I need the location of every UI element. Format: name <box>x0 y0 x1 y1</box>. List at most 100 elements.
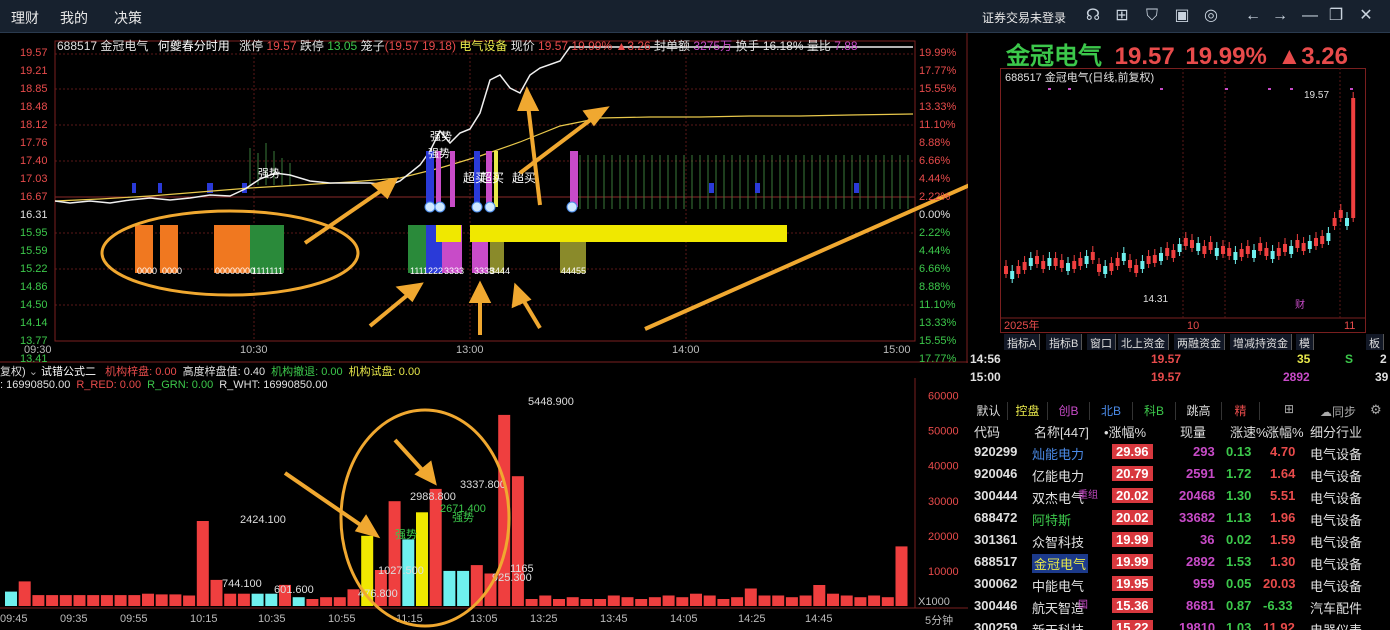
sync-button[interactable]: ☁同步 <box>1320 403 1356 420</box>
sector[interactable]: 电气设备 <box>459 39 507 53</box>
list-tab-1[interactable]: 控盘 <box>1008 402 1048 420</box>
list-row[interactable]: 920299 灿能电力 29.96 293 0.13 4.70 电气设备 <box>972 442 1390 464</box>
volume-bar <box>511 476 524 606</box>
row-volume: 8681 <box>1186 598 1215 613</box>
data-label: 1027.500 <box>378 565 424 577</box>
list-tab-3[interactable]: 北B <box>1090 402 1133 420</box>
candle <box>1103 266 1108 274</box>
candle <box>1227 248 1232 256</box>
price-tick: 18.48 <box>20 101 48 113</box>
volume-bar <box>46 595 59 606</box>
list-tab-0[interactable]: 默认 <box>970 402 1008 420</box>
candle <box>1233 252 1238 260</box>
forward-icon[interactable]: → <box>1270 6 1290 26</box>
window-icon[interactable]: ▣ <box>1172 6 1192 26</box>
strong-label: 强势 <box>430 130 452 143</box>
close-icon[interactable]: ✕ <box>1356 6 1376 26</box>
tab-1[interactable]: 指标B <box>1046 334 1083 350</box>
candle <box>1010 271 1015 279</box>
volume-bar <box>128 595 141 606</box>
tab-5[interactable]: 增减持资金 <box>1230 334 1292 350</box>
tab-7[interactable]: 板 <box>1366 334 1384 350</box>
turnover-label: 换手 <box>735 39 760 53</box>
gear-icon[interactable]: ⚙ <box>1370 402 1382 418</box>
candle <box>1295 240 1300 248</box>
row-name: 亿能电力 <box>1032 469 1085 484</box>
list-row[interactable]: 300062 中能电气 19.95 959 0.05 20.03 电气设备 <box>972 574 1390 596</box>
percent-tick: 8.88% <box>919 137 951 149</box>
plus-icon[interactable]: ⊞ <box>1284 402 1294 416</box>
row-code: 920299 <box>974 444 1018 459</box>
volume-bar <box>306 599 319 606</box>
candle <box>1053 258 1058 266</box>
tab-0[interactable]: 指标A <box>1004 334 1041 350</box>
indicator-formula[interactable]: 试错公式二 <box>41 366 96 378</box>
indicator-x-tick: 09:35 <box>60 613 88 625</box>
chevron-down-icon[interactable]: ⌄ <box>29 366 38 378</box>
volume-bar <box>621 597 634 606</box>
list-tab-4[interactable]: 科B <box>1133 402 1176 420</box>
period-label[interactable]: 5分钟 <box>925 613 953 627</box>
tab-3[interactable]: 北上资金 <box>1118 334 1169 350</box>
candle <box>1270 251 1275 259</box>
column-header[interactable]: 涨速% <box>1230 422 1268 441</box>
column-header[interactable]: 名称[447] <box>1034 422 1089 441</box>
volume-bar <box>731 597 744 606</box>
column-header[interactable]: 细分行业 <box>1310 422 1362 441</box>
candle <box>1208 242 1213 250</box>
list-row[interactable]: 300259 新天科技 15.22 19810 1.03 11.92 电器仪表 <box>972 618 1390 630</box>
menu-mine[interactable]: 我的 <box>60 8 88 28</box>
intraday-chart[interactable]: 强势 强势 强势 超买 超买 超买 0000 0000 00000000 111… <box>0 33 968 363</box>
daily-kline-chart[interactable]: 688517 金冠电气(日线,前复权) 19.57 14.31 财 2025年 … <box>1000 68 1390 333</box>
volume-bar <box>525 599 538 606</box>
tab-2[interactable]: 窗口 <box>1087 334 1116 350</box>
row-name: 金冠电气 <box>1032 554 1089 573</box>
list-row[interactable]: 688472 阿特斯 20.02 33682 1.13 1.96 电气设备 <box>972 508 1390 530</box>
minimize-icon[interactable]: — <box>1300 6 1320 26</box>
row-industry: 电气设备 <box>1310 557 1363 572</box>
column-header[interactable]: 现量 <box>1180 422 1206 441</box>
target-icon[interactable]: ◎ <box>1201 6 1221 26</box>
list-row[interactable]: 920046 亿能电力 20.79 2591 1.72 1.64 电气设备 <box>972 464 1390 486</box>
volume-bar <box>662 595 675 606</box>
tab-6[interactable]: 模 <box>1296 334 1314 350</box>
headset-icon[interactable]: ☊ <box>1083 6 1103 26</box>
list-row[interactable]: 300446 航天智造国 15.36 8681 0.87 -6.33 汽车配件 <box>972 596 1390 618</box>
high-label: 19.57 <box>1304 90 1329 101</box>
volume-bar <box>744 588 757 606</box>
list-row[interactable]: 688517 金冠电气 19.99 2892 1.53 1.30 电气设备 <box>972 552 1390 574</box>
volume-bar <box>553 599 565 606</box>
row-pct: 19.95 <box>1112 576 1153 591</box>
candle <box>1066 263 1070 271</box>
volume-bar <box>539 595 552 606</box>
indicator-x-tick: 13:05 <box>470 613 498 625</box>
tab-4[interactable]: 两融资金 <box>1174 334 1225 350</box>
restore-icon[interactable]: ❐ <box>1326 6 1346 26</box>
row-speed: 0.02 <box>1226 532 1252 547</box>
indicator-chart[interactable]: 60000 50000 40000 30000 20000 10000 09:45 09:3… <box>0 378 968 630</box>
column-header[interactable]: 代码 <box>974 422 1000 441</box>
list-tab-2[interactable]: 创B <box>1048 402 1090 420</box>
shirt-icon[interactable]: ⛉ <box>1142 6 1162 26</box>
time-tick: 13:00 <box>456 344 484 356</box>
row-code: 920046 <box>974 466 1018 481</box>
menu-licai[interactable]: 理财 <box>11 8 39 28</box>
grid-icon[interactable]: ⊞ <box>1112 6 1132 26</box>
column-header[interactable]: 涨幅% <box>1266 422 1304 441</box>
candle <box>1028 258 1033 266</box>
menu-decision[interactable]: 决策 <box>114 8 142 28</box>
limit-up-value: 19.57 <box>266 39 297 53</box>
strong-tag: 强势 <box>395 528 417 541</box>
column-header[interactable]: •涨幅% <box>1104 422 1146 441</box>
candle <box>1338 210 1343 218</box>
row-industry: 电气设备 <box>1310 447 1363 462</box>
row-code: 301361 <box>974 532 1018 547</box>
list-row[interactable]: 300444 双杰电气 重组 20.02 20468 1.30 5.51 电气设备 <box>972 486 1390 508</box>
percent-tick: 6.66% <box>919 155 951 167</box>
list-tab-6[interactable]: 精 <box>1222 402 1260 420</box>
list-tab-5[interactable]: 跳高 <box>1176 402 1222 420</box>
trade-login-status[interactable]: 证券交易未登录 <box>982 9 1066 26</box>
back-icon[interactable]: ← <box>1243 6 1263 26</box>
list-row[interactable]: 301361 众智科技 19.99 36 0.02 1.59 电气设备 <box>972 530 1390 552</box>
volume-bar <box>292 597 305 606</box>
